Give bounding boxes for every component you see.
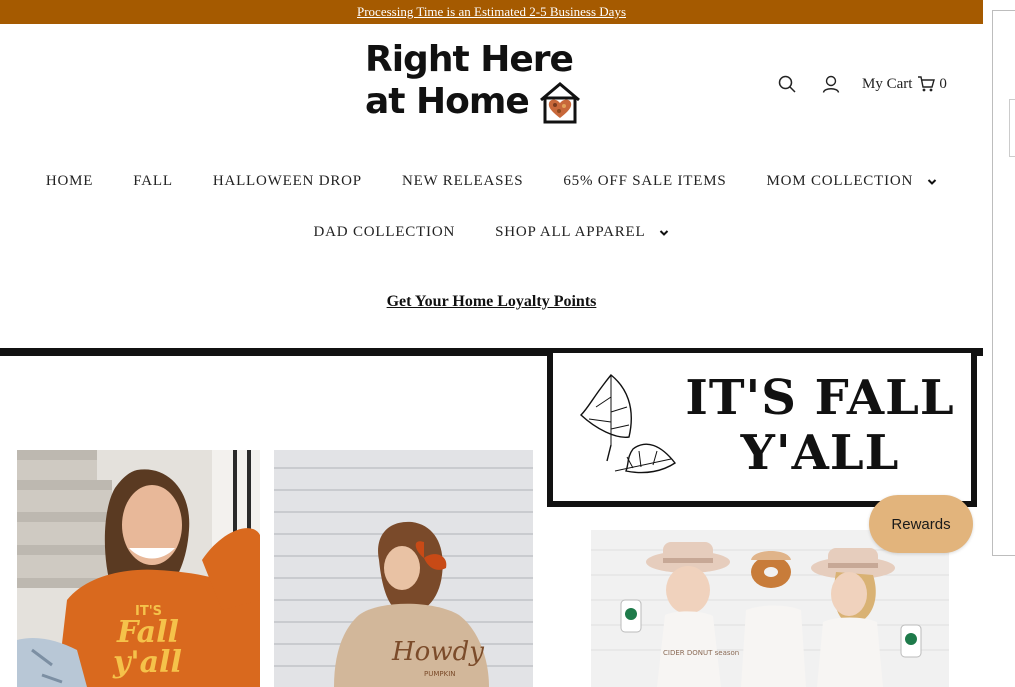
cart-count: 0 [939,75,947,92]
account-icon [822,75,840,93]
nav-label: MOM COLLECTION [766,173,914,189]
nav-label: SHOP ALL APPAREL [495,224,646,240]
side-panel-tab[interactable] [1009,99,1015,157]
nav-item-sale[interactable]: 65% OFF SALE ITEMS [563,173,726,190]
chevron-down-icon [660,229,669,236]
store-logo[interactable]: Right Here at Home [365,40,617,124]
search-icon [778,75,796,93]
print-cider-donut: CIDER DONUT season [663,649,739,657]
photo-illustration: Howdy PUMPKIN [274,450,533,687]
header-actions: My Cart 0 [776,72,947,96]
nav-item-halloween-drop[interactable]: HALLOWEEN DROP [213,173,362,190]
cart-icon [918,76,936,92]
main-nav-row-1: HOME FALL HALLOWEEN DROP NEW RELEASES 65… [0,173,983,190]
nav-item-fall[interactable]: FALL [133,173,173,190]
nav-label: HALLOWEEN DROP [212,173,362,189]
nav-label: NEW RELEASES [401,173,524,189]
logo-line-2-row: at Home [365,80,617,124]
nav-label: FALL [133,173,173,189]
nav-label: DAD COLLECTION [313,224,456,240]
product-image-fall-yall-sweatshirt[interactable]: IT'S Fall y'all [17,450,260,687]
print-yall: y'all [112,645,182,680]
nav-item-shop-all-apparel[interactable]: SHOP ALL APPAREL [495,224,669,241]
product-image-howdy-pumpkin-sweatshirt[interactable]: Howdy PUMPKIN [274,450,533,687]
banner-line-1: IT'S FALL [685,370,955,426]
account-button[interactable] [820,73,842,95]
fall-banner[interactable]: IT'S FALL Y'ALL [547,351,977,507]
photo-illustration: IT'S Fall y'all [17,450,260,687]
banner-line-2: Y'ALL [740,425,900,481]
logo-line-2: at Home [365,81,530,122]
announcement-link[interactable]: Processing Time is an Estimated 2-5 Busi… [357,4,626,20]
nav-item-new-releases[interactable]: NEW RELEASES [402,173,523,190]
announcement-bar: Processing Time is an Estimated 2-5 Busi… [0,0,983,24]
banner-heading: IT'S FALL Y'ALL [665,371,975,481]
product-image-cider-donut-tees[interactable]: CIDER DONUT season [591,530,949,687]
loyalty-section: Get Your Home Loyalty Points [0,293,983,311]
nav-label: HOME [45,173,94,189]
logo-line-1: Right Here [365,39,574,80]
loyalty-link[interactable]: Get Your Home Loyalty Points [387,293,597,310]
side-panel [992,10,1015,556]
nav-item-dad-collection[interactable]: DAD COLLECTION [314,224,456,241]
rewards-button[interactable]: Rewards [869,495,973,553]
print-pumpkin: PUMPKIN [424,670,456,678]
print-howdy: Howdy [391,637,484,667]
nav-item-home[interactable]: HOME [46,173,93,190]
house-heart-icon [539,82,580,124]
nav-item-mom-collection[interactable]: MOM COLLECTION [767,173,938,190]
nav-label: 65% OFF SALE ITEMS [563,173,727,189]
cart-label: My Cart [862,75,913,92]
main-nav-row-2: DAD COLLECTION SHOP ALL APPAREL [0,224,983,241]
cart-button[interactable]: My Cart 0 [862,76,947,93]
photo-illustration: CIDER DONUT season [591,530,949,687]
rewards-label: Rewards [891,515,951,533]
chevron-down-icon [927,178,937,185]
search-button[interactable] [776,73,798,95]
